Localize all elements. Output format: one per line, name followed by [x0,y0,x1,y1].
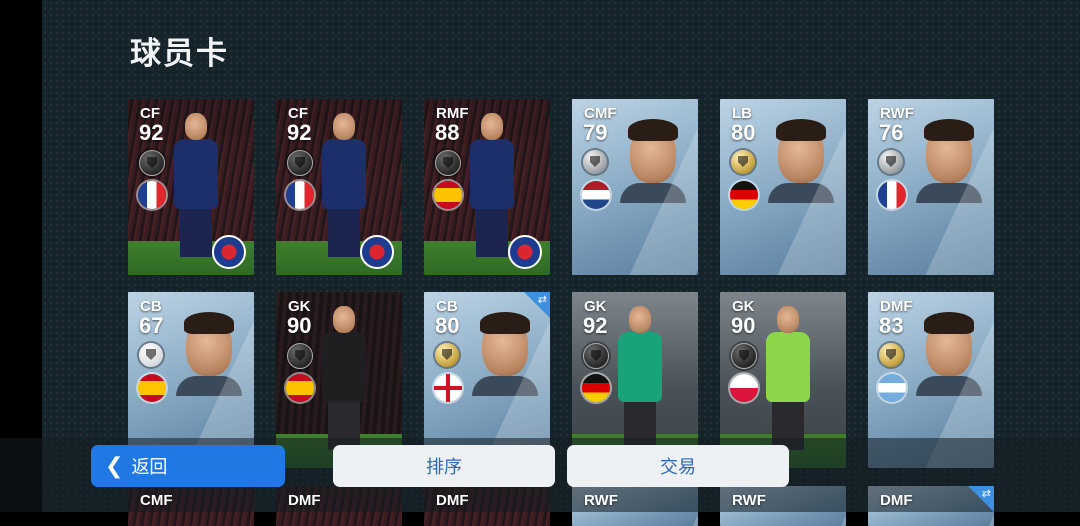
player-card[interactable]: RMF 88 [424,99,550,275]
player-portrait-shirt [620,183,686,203]
nationality-flag-icon [434,374,462,402]
player-figure-head [629,306,651,333]
player-figure-body [322,139,366,209]
nationality-flag-icon [434,181,462,209]
card-position: DMF [880,492,913,509]
chevron-left-icon: ❮ [105,453,124,479]
player-figure-body [470,139,514,209]
sort-button[interactable]: 排序 [333,445,555,487]
card-position: CMF [140,492,173,509]
page-title: 球员卡 [130,36,229,72]
card-tier-ball-icon [435,150,461,176]
player-figure-body [618,332,662,402]
card-position: RWF [584,492,618,509]
club-badge-icon [212,235,246,269]
card-rating: 92 [287,120,312,145]
card-tier-ball-icon [731,150,755,174]
back-button-label: 返回 [131,457,168,478]
nationality-flag-icon [582,374,610,402]
player-portrait-hair [184,312,234,334]
card-position: RWF [732,492,766,509]
player-card[interactable]: CF 92 [128,99,254,275]
club-badge-icon [360,235,394,269]
nationality-flag-icon [878,181,906,209]
nationality-flag-icon [286,181,314,209]
player-figure-head [333,306,355,333]
card-tier-ball-icon [287,150,313,176]
card-rating: 83 [879,313,904,338]
card-rating: 80 [435,313,460,338]
player-portrait-hair [924,312,974,334]
player-portrait-shirt [768,183,834,203]
player-portrait-shirt [176,376,242,396]
player-figure-legs [180,207,212,257]
player-card[interactable]: CMF 79 [572,99,698,275]
card-tier-ball-icon [583,343,609,369]
card-rating: 80 [731,120,756,145]
player-portrait-shirt [472,376,538,396]
left-bezel [0,0,42,512]
player-portrait-hair [776,119,826,141]
card-tier-ball-icon [879,343,903,367]
card-rating: 88 [435,120,460,145]
card-tier-ball-icon [435,343,459,367]
card-tier-ball-icon [879,150,903,174]
player-figure-legs [476,207,508,257]
card-tier-ball-icon [287,343,313,369]
card-tier-ball-icon [583,150,607,174]
player-card[interactable]: LB 80 [720,99,846,275]
nationality-flag-icon [286,374,314,402]
player-figure-body [766,332,810,402]
player-portrait-shirt [916,183,982,203]
card-position: DMF [288,492,321,509]
card-tier-ball-icon [139,150,165,176]
player-figure-legs [328,207,360,257]
player-portrait-hair [628,119,678,141]
player-figure-head [481,113,503,140]
sort-button-label: 排序 [426,457,462,478]
player-portrait-hair [480,312,530,334]
player-portrait-shirt [916,376,982,396]
player-portrait-hair [924,119,974,141]
nationality-flag-icon [730,181,758,209]
trade-button-label: 交易 [660,457,696,478]
nationality-flag-icon [138,181,166,209]
card-rating: 90 [731,313,756,338]
card-tier-ball-icon [139,343,163,367]
card-rating: 92 [139,120,164,145]
card-rating: 67 [139,313,164,338]
nationality-flag-icon [730,374,758,402]
trade-button[interactable]: 交易 [567,445,789,487]
card-rating: 92 [583,313,608,338]
card-rating: 79 [583,120,608,145]
player-figure-head [333,113,355,140]
nationality-flag-icon [582,181,610,209]
nationality-flag-icon [878,374,906,402]
card-rating: 90 [287,313,312,338]
card-tier-ball-icon [731,343,757,369]
player-figure-head [185,113,207,140]
swap-arrows-icon: ⇄ [981,487,991,500]
player-figure-body [174,139,218,209]
club-badge-icon [508,235,542,269]
player-figure-head [777,306,799,333]
nationality-flag-icon [138,374,166,402]
player-card[interactable]: RWF 76 [868,99,994,275]
back-button[interactable]: ❮ 返回 [91,445,285,487]
swap-arrows-icon: ⇄ [537,293,547,306]
card-rating: 76 [879,120,904,145]
card-position: DMF [436,492,469,509]
player-figure-body [322,332,366,402]
player-card[interactable]: CF 92 [276,99,402,275]
